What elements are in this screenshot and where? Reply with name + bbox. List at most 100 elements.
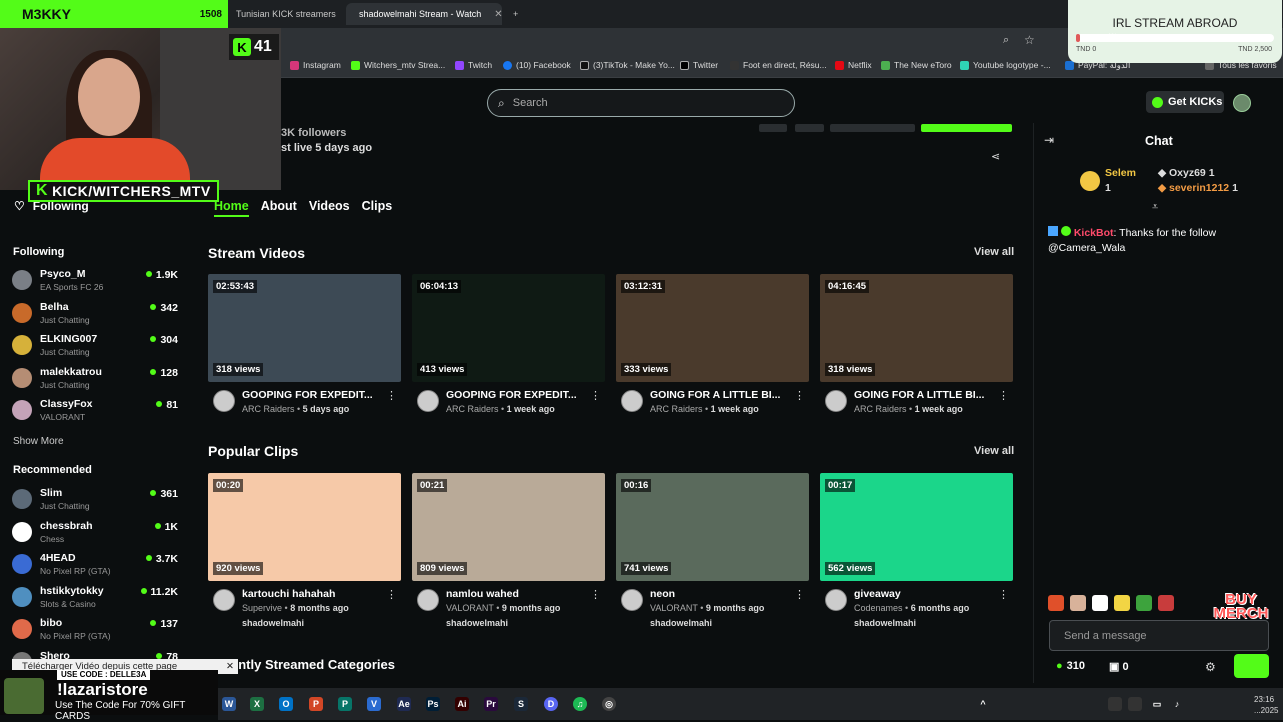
star-icon[interactable]: ☆ <box>1024 33 1035 47</box>
system-clock[interactable]: 23:16 ...2025 <box>1254 694 1278 716</box>
send-message-input[interactable]: Send a message <box>1049 620 1269 651</box>
new-tab-button[interactable]: + <box>505 3 526 25</box>
thumbnail[interactable]: 00:21 809 views <box>412 473 605 581</box>
send-chat-button[interactable] <box>1234 654 1269 678</box>
clip-card[interactable]: 00:20 920 views kartouchi hahahah Supervive… <box>208 473 401 628</box>
channel-avatar[interactable] <box>621 390 643 412</box>
bookmark-facebook[interactable]: (10) Facebook <box>503 60 571 70</box>
after-effects-icon[interactable]: Ae <box>397 697 411 711</box>
more-options-icon[interactable]: ⋮ <box>794 389 805 402</box>
follow-button[interactable] <box>921 124 1012 132</box>
thumbnail[interactable]: 00:17 562 views <box>820 473 1013 581</box>
more-options-icon[interactable]: ⋮ <box>386 389 397 402</box>
premiere-icon[interactable]: Pr <box>484 697 498 711</box>
thumbnail[interactable]: 03:12:31 333 views <box>616 274 809 382</box>
bookmark-twitter[interactable]: Twitter <box>680 60 718 70</box>
sidebar-channel[interactable]: Slim Just Chatting 361 <box>12 484 182 516</box>
video-card[interactable]: 04:16:45 318 views GOING FOR A LITTLE BI..… <box>820 274 1013 414</box>
card-title[interactable]: GOOPING FOR EXPEDIT... <box>242 389 373 401</box>
more-options-icon[interactable]: ⋮ <box>590 588 601 601</box>
publisher-icon[interactable]: P <box>338 697 352 711</box>
card-category[interactable]: ARC Raiders <box>242 404 295 414</box>
visio-icon[interactable]: V <box>367 697 381 711</box>
channel-avatar[interactable] <box>825 390 847 412</box>
bookmark-witchers[interactable]: Witchers_mtv Strea... <box>351 60 445 70</box>
settings-gear-icon[interactable]: ⚙ <box>1205 660 1216 674</box>
chat-username[interactable]: KickBot <box>1074 227 1114 239</box>
close-tab-icon[interactable]: ✕ <box>494 9 502 20</box>
video-card[interactable]: 06:04:13 413 views GOOPING FOR EXPEDIT... A… <box>412 274 605 414</box>
card-category[interactable]: ARC Raiders <box>650 404 703 414</box>
tab-videos[interactable]: Videos <box>309 199 350 217</box>
get-kicks-button[interactable]: Get KICKs <box>1146 91 1224 113</box>
stream-videos-view-all[interactable]: View all <box>974 246 1014 258</box>
sidebar-channel[interactable]: hstikkytokky Slots & Casino 11.2K <box>12 582 182 614</box>
drops-count[interactable]: ▣ 0 <box>1109 660 1129 673</box>
more-options-icon[interactable]: ⋮ <box>386 588 397 601</box>
card-category[interactable]: Codenames <box>854 603 903 613</box>
illustrator-icon[interactable]: Ai <box>455 697 469 711</box>
clip-author[interactable]: shadowelmahi <box>854 618 916 628</box>
tab-home[interactable]: Home <box>214 199 249 217</box>
popular-clips-view-all[interactable]: View all <box>974 445 1014 457</box>
tab-tunisian-kick[interactable]: Tunisian KICK streamers✕ <box>228 3 346 25</box>
emote-icon[interactable] <box>1114 595 1130 611</box>
zoom-icon[interactable]: ⌕ <box>1003 34 1009 47</box>
powerpoint-icon[interactable]: P <box>309 697 323 711</box>
gifter-name[interactable]: ◆ severin1212 1 <box>1158 182 1238 194</box>
channel-avatar[interactable] <box>417 589 439 611</box>
collapse-chat-icon[interactable]: ⇥ <box>1044 133 1054 147</box>
gifter-name[interactable]: Selem <box>1105 167 1136 179</box>
card-title[interactable]: neon <box>650 588 675 600</box>
discord-icon[interactable]: D <box>544 697 558 711</box>
word-icon[interactable]: W <box>222 697 236 711</box>
action-button[interactable] <box>759 124 787 132</box>
search-input[interactable]: ⌕ Search <box>487 89 795 117</box>
clip-author[interactable]: shadowelmahi <box>446 618 508 628</box>
share-icon[interactable]: ⋖ <box>991 150 1000 163</box>
card-title[interactable]: namlou wahed <box>446 588 519 600</box>
card-category[interactable]: ARC Raiders <box>446 404 499 414</box>
card-category[interactable]: VALORANT <box>446 603 494 613</box>
clip-card[interactable]: 00:16 741 views neon VALORANT • 9 months ag… <box>616 473 809 628</box>
sidebar-channel[interactable]: ELKING007 Just Chatting 304 <box>12 330 182 362</box>
bookmark-tiktok[interactable]: (3)TikTok - Make Yo... <box>580 60 675 70</box>
volume-icon[interactable]: ♪ <box>1170 697 1184 711</box>
excel-icon[interactable]: X <box>250 697 264 711</box>
clip-card[interactable]: 00:21 809 views namlou wahed VALORANT • 9 m… <box>412 473 605 628</box>
expand-icon[interactable]: ⩡ <box>1152 201 1158 214</box>
tab-shadowelmahi[interactable]: shadowelmahi Stream - Watch ✕ <box>346 3 502 25</box>
card-title[interactable]: GOOPING FOR EXPEDIT... <box>446 389 577 401</box>
action-button[interactable] <box>795 124 824 132</box>
obs-icon[interactable]: ◎ <box>602 697 616 711</box>
tray-icon[interactable] <box>1128 697 1142 711</box>
spotify-icon[interactable]: ♫ <box>573 697 587 711</box>
sidebar-channel[interactable]: 4HEAD No Pixel RP (GTA) 3.7K <box>12 549 182 581</box>
thumbnail[interactable]: 00:20 920 views <box>208 473 401 581</box>
channel-avatar[interactable] <box>213 390 235 412</box>
thumbnail[interactable]: 02:53:43 318 views <box>208 274 401 382</box>
emote-icon[interactable] <box>1158 595 1174 611</box>
close-icon[interactable]: ✕ <box>226 659 234 674</box>
user-avatar[interactable] <box>1233 94 1251 112</box>
emote-icon[interactable] <box>1070 595 1086 611</box>
more-options-icon[interactable]: ⋮ <box>794 588 805 601</box>
bookmark-twitch[interactable]: Twitch <box>455 60 492 70</box>
subscribe-button[interactable] <box>830 124 915 132</box>
steam-icon[interactable]: S <box>514 697 528 711</box>
thumbnail[interactable]: 04:16:45 318 views <box>820 274 1013 382</box>
thumbnail[interactable]: 00:16 741 views <box>616 473 809 581</box>
sidebar-channel[interactable]: Belha Just Chatting 342 <box>12 298 182 330</box>
more-options-icon[interactable]: ⋮ <box>998 389 1009 402</box>
thumbnail[interactable]: 06:04:13 413 views <box>412 274 605 382</box>
card-title[interactable]: giveaway <box>854 588 901 600</box>
more-options-icon[interactable]: ⋮ <box>998 588 1009 601</box>
sidebar-channel[interactable]: Psyco_M EA Sports FC 26 1.9K <box>12 265 182 297</box>
emote-icon[interactable] <box>1092 595 1108 611</box>
sidebar-channel[interactable]: chessbrah Chess 1K <box>12 517 182 549</box>
card-title[interactable]: GOING FOR A LITTLE BI... <box>650 389 780 401</box>
video-card[interactable]: 02:53:43 318 views GOOPING FOR EXPEDIT... A… <box>208 274 401 414</box>
network-icon[interactable]: ▭ <box>1150 697 1164 711</box>
channel-avatar[interactable] <box>213 589 235 611</box>
tray-arrow-icon[interactable]: ^ <box>976 697 990 711</box>
